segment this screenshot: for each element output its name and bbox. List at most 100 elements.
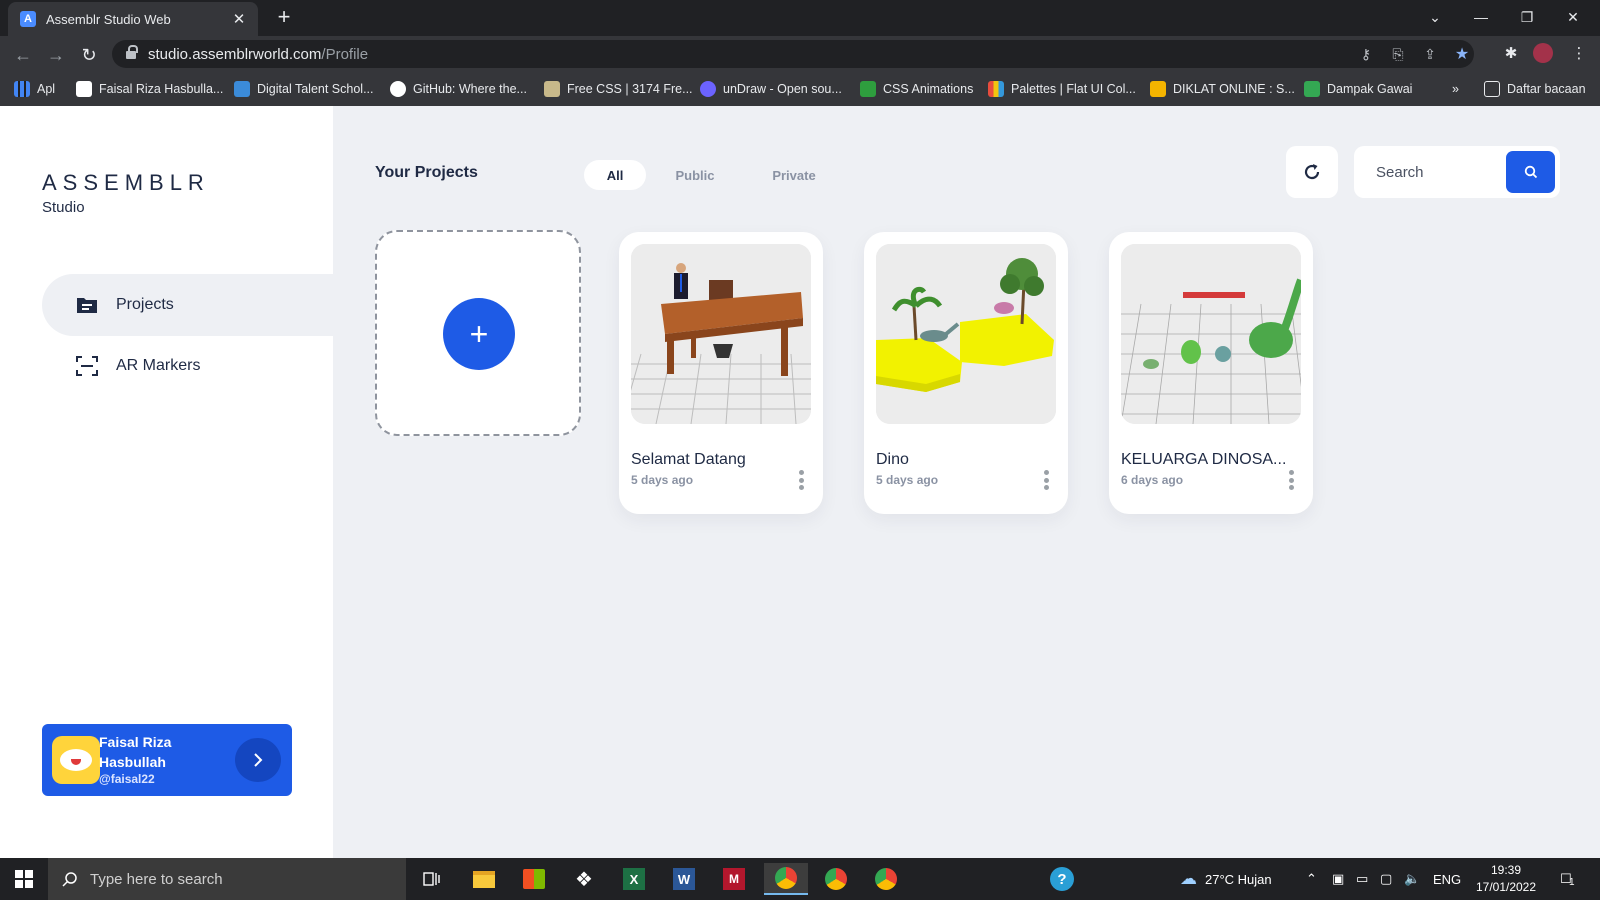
user-profile-card[interactable]: Faisal Riza Hasbullah @faisal22 — [42, 724, 292, 796]
refresh-icon — [1304, 164, 1320, 180]
new-tab-button[interactable]: + — [272, 6, 296, 30]
volume-icon[interactable]: 🔈 — [1404, 858, 1420, 900]
reload-button[interactable]: ↻ — [76, 42, 102, 68]
microsoft-store-icon[interactable] — [512, 863, 556, 895]
refresh-button[interactable] — [1286, 146, 1338, 198]
folder-icon — [76, 295, 98, 315]
search-input[interactable] — [1354, 146, 1504, 198]
bookmark-item[interactable]: Palettes | Flat UI Col... — [988, 80, 1136, 98]
profile-chevron-right-button[interactable] — [235, 738, 281, 782]
restore-button[interactable]: ❐ — [1504, 0, 1550, 34]
close-tab-icon[interactable]: ✕ — [230, 10, 248, 28]
search-icon — [1524, 165, 1537, 179]
user-handle: @faisal22 — [99, 772, 155, 786]
dropbox-icon[interactable]: ❖ — [562, 863, 606, 895]
project-card[interactable]: KELUARGA DINOSA... 6 days ago — [1109, 232, 1313, 514]
project-card[interactable]: Selamat Datang 5 days ago — [619, 232, 823, 514]
site-favicon-icon — [76, 81, 92, 97]
bookmark-item[interactable]: GitHub: Where the... — [390, 80, 527, 98]
extensions-puzzle-icon[interactable]: ✱ — [1498, 40, 1524, 66]
taskbar-search-placeholder: Type here to search — [90, 870, 223, 888]
bookmark-label: Faisal Riza Hasbulla... — [99, 82, 224, 96]
sidebar: ASSEMBLR Studio Projects AR Markers Fais… — [0, 106, 333, 858]
reading-list-button[interactable]: Daftar bacaan — [1484, 80, 1586, 98]
mendeley-icon[interactable]: M — [712, 863, 756, 895]
share-icon[interactable]: ⇪ — [1420, 44, 1440, 64]
new-project-card[interactable]: + — [375, 230, 581, 436]
minimize-button[interactable]: — — [1458, 0, 1504, 34]
assemblr-favicon-icon: A — [20, 11, 36, 27]
excel-icon[interactable]: X — [612, 863, 656, 895]
project-date: 5 days ago — [631, 473, 694, 487]
language-indicator[interactable]: ENG — [1433, 858, 1461, 900]
sidebar-item-ar-markers[interactable]: AR Markers — [42, 335, 333, 397]
bookmark-label: Free CSS | 3174 Fre... — [567, 82, 693, 96]
apps-grid-icon — [14, 81, 30, 97]
more-options-icon[interactable] — [795, 470, 807, 490]
back-button[interactable]: ← — [10, 42, 36, 68]
address-bar[interactable]: studio.assemblrworld.com/Profile ⚷ ⎘ ⇪ ★ — [112, 40, 1474, 68]
translate-icon[interactable]: ⎘ — [1388, 44, 1408, 64]
bookmark-label: Apl — [37, 82, 56, 96]
bookmarks-overflow-button[interactable]: » — [1452, 80, 1459, 98]
chrome-icon[interactable] — [764, 863, 808, 895]
logo[interactable]: ASSEMBLR — [42, 170, 210, 196]
close-window-button[interactable]: ✕ — [1550, 0, 1596, 34]
project-name: Selamat Datang — [631, 451, 746, 468]
project-card[interactable]: Dino 5 days ago — [864, 232, 1068, 514]
show-hidden-icons-chevron-icon[interactable]: ⌃ — [1306, 858, 1317, 900]
bookmark-item[interactable]: Digital Talent Schol... — [234, 80, 374, 98]
help-icon[interactable]: ? — [1040, 863, 1084, 895]
bookmark-label: DIKLAT ONLINE : S... — [1173, 82, 1295, 96]
bookmark-star-icon[interactable]: ★ — [1452, 44, 1472, 64]
chrome-icon[interactable] — [814, 863, 858, 895]
bookmark-item[interactable]: Free CSS | 3174 Fre... — [544, 80, 693, 98]
bookmark-apps[interactable]: Apl — [14, 80, 55, 98]
browser-menu-icon[interactable]: ⋮ — [1566, 40, 1592, 66]
bookmark-item[interactable]: Faisal Riza Hasbulla... — [76, 80, 223, 98]
taskbar-search[interactable]: Type here to search — [48, 858, 406, 900]
bookmark-item[interactable]: Dampak Gawai — [1304, 80, 1412, 98]
chevron-right-icon — [254, 753, 263, 767]
network-icon[interactable]: ▢ — [1380, 858, 1392, 900]
task-view-icon[interactable] — [410, 863, 454, 895]
lock-icon[interactable] — [126, 44, 138, 60]
forward-button[interactable]: → — [43, 42, 69, 68]
add-project-button[interactable]: + — [443, 298, 515, 370]
file-explorer-icon[interactable] — [462, 863, 506, 895]
weather-cloud-icon: ☁ — [1180, 869, 1197, 888]
github-icon — [390, 81, 406, 97]
weather-widget[interactable]: ☁ 27°C Hujan — [1180, 858, 1272, 900]
weather-text: 27°C Hujan — [1205, 871, 1272, 887]
browser-tab-strip: A Assemblr Studio Web ✕ + ⌄ — ❐ ✕ — [0, 0, 1600, 36]
battery-icon[interactable]: ▭ — [1356, 858, 1368, 900]
tab-search-chevron-icon[interactable]: ⌄ — [1412, 0, 1458, 34]
bookmarks-bar: Apl Faisal Riza Hasbulla... Digital Tale… — [0, 72, 1600, 106]
project-thumbnail — [631, 244, 811, 424]
notification-center-icon[interactable]: ☐ 1 — [1560, 858, 1575, 900]
word-icon[interactable]: W — [662, 863, 706, 895]
bookmark-item[interactable]: unDraw - Open sou... — [700, 80, 842, 98]
filter-tab-private[interactable]: Private — [759, 160, 829, 190]
filter-tab-all[interactable]: All — [584, 160, 646, 190]
project-date: 6 days ago — [1121, 473, 1184, 487]
start-button[interactable] — [0, 858, 48, 900]
filter-tab-public[interactable]: Public — [664, 160, 726, 190]
meet-now-icon[interactable]: ▣ — [1332, 858, 1344, 900]
sidebar-item-projects[interactable]: Projects — [42, 274, 333, 336]
bookmark-label: unDraw - Open sou... — [723, 82, 842, 96]
more-options-icon[interactable] — [1040, 470, 1052, 490]
search-button[interactable] — [1506, 151, 1555, 193]
browser-tab[interactable]: A Assemblr Studio Web ✕ — [8, 2, 258, 36]
site-favicon-icon — [544, 81, 560, 97]
password-key-icon[interactable]: ⚷ — [1356, 44, 1376, 64]
bookmark-item[interactable]: CSS Animations — [860, 80, 973, 98]
url-host: studio.assemblrworld.com — [148, 45, 322, 63]
more-options-icon[interactable] — [1285, 470, 1297, 490]
chrome-icon[interactable] — [864, 863, 908, 895]
clock[interactable]: 19:39 17/01/2022 — [1466, 862, 1546, 896]
windows-logo-icon — [15, 870, 33, 888]
profile-avatar-icon[interactable] — [1530, 40, 1556, 66]
bookmark-item[interactable]: DIKLAT ONLINE : S... — [1150, 80, 1295, 98]
overflow-chevron-icon: » — [1452, 82, 1459, 96]
